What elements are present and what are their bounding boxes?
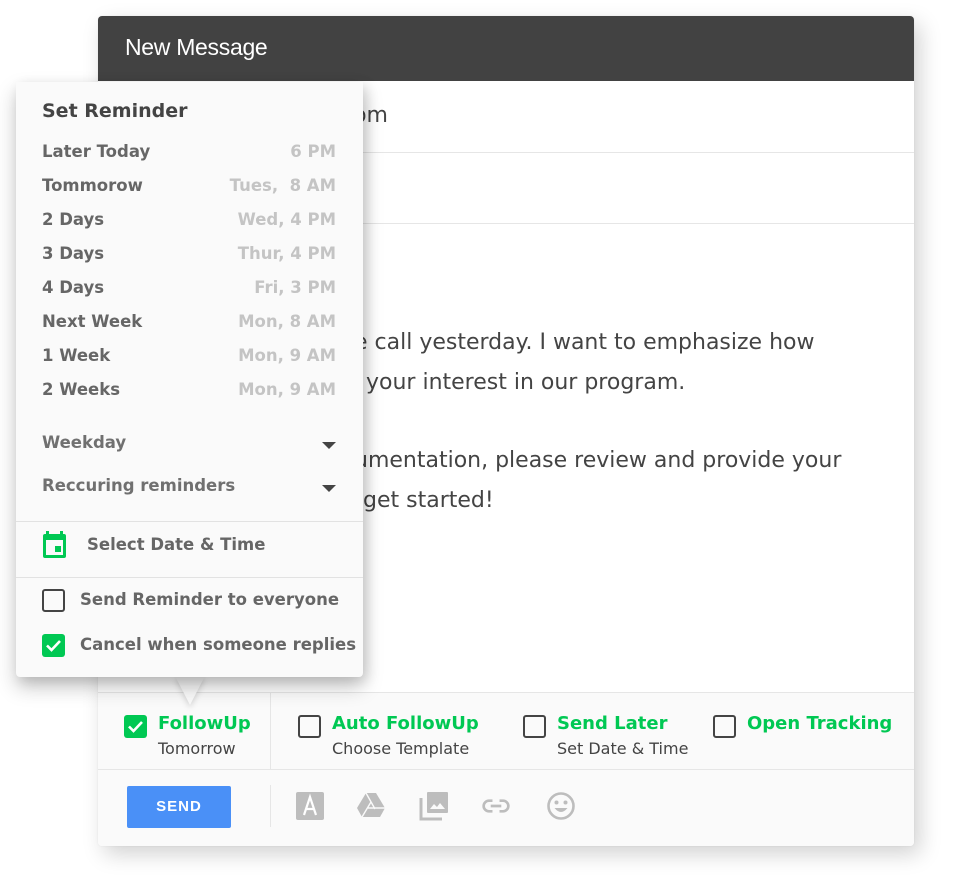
followup-checkbox[interactable] [124,715,147,738]
recurring-reminders-dropdown[interactable]: Reccuring reminders [42,474,336,502]
cancel-on-reply-checkbox[interactable] [42,634,65,657]
reminder-option-3-days[interactable]: 3 Days Thur, 4 PM [42,242,336,270]
reminder-option-later-today[interactable]: Later Today 6 PM [42,140,336,168]
select-date-time-label: Select Date & Time [87,535,266,554]
auto-followup-label: Auto FollowUp [332,713,479,734]
reminder-option-label: 3 Days [42,244,105,263]
open-tracking-checkbox[interactable] [713,715,736,738]
reminder-option-time: Tues, 8 AM [229,176,336,195]
emoji-icon[interactable] [546,791,576,821]
calendar-icon [43,531,66,558]
send-later-label: Send Later [557,713,668,734]
reminder-option-label: Later Today [42,142,151,161]
send-reminder-everyone-label: Send Reminder to everyone [80,590,340,609]
reminder-option-label: 2 Weeks [42,380,121,399]
auto-followup-sublabel[interactable]: Choose Template [332,739,469,758]
select-date-time-button[interactable]: Select Date & Time [42,530,342,562]
body-line: e call yesterday. I want to emphasize ho… [354,330,815,355]
popup-title: Set Reminder [42,100,188,122]
reminder-option-time: Thur, 4 PM [237,244,336,263]
checkmark-icon [46,640,61,652]
recurring-reminders-label: Reccuring reminders [42,476,236,495]
photo-icon[interactable] [419,791,449,821]
reminder-option-time: Wed, 4 PM [237,210,336,229]
toolbar-divider [270,785,271,827]
reminder-option-time: 6 PM [290,142,336,161]
reminder-option-label: Next Week [42,312,143,331]
body-line: your interest in our program. [366,370,686,395]
weekday-dropdown-label: Weekday [42,433,127,452]
link-icon[interactable] [481,791,511,821]
reminder-option-label: Tommorow [42,176,143,195]
auto-followup-checkbox[interactable] [298,715,321,738]
reminder-option-time: Mon, 8 AM [238,312,336,331]
reminder-option-label: 2 Days [42,210,105,229]
reminder-option-4-days[interactable]: 4 Days Fri, 3 PM [42,276,336,304]
open-tracking-label: Open Tracking [747,713,893,734]
reminder-option-time: Fri, 3 PM [254,278,336,297]
compose-title: New Message [125,34,268,60]
send-later-checkbox[interactable] [523,715,546,738]
reminder-option-next-week[interactable]: Next Week Mon, 8 AM [42,310,336,338]
popup-divider [16,521,363,522]
followup-label: FollowUp [158,713,251,734]
options-divider [270,693,271,770]
send-reminder-everyone-option[interactable]: Send Reminder to everyone [42,589,362,615]
reminder-option-2-days[interactable]: 2 Days Wed, 4 PM [42,208,336,236]
popup-pointer [175,676,205,705]
reminder-option-1-week[interactable]: 1 Week Mon, 9 AM [42,344,336,372]
reminder-option-time: Mon, 9 AM [238,380,336,399]
send-reminder-everyone-checkbox[interactable] [42,589,65,612]
reminder-option-time: Mon, 9 AM [238,346,336,365]
body-line: get started! [363,488,494,513]
caret-down-icon [322,485,336,492]
caret-down-icon [322,442,336,449]
followup-sublabel[interactable]: Tomorrow [158,739,236,758]
compose-header: New Message [98,16,914,81]
text-format-icon[interactable] [295,791,325,821]
reminder-option-tomorrow[interactable]: Tommorow Tues, 8 AM [42,174,336,202]
set-reminder-popup: Set Reminder Later Today 6 PM Tommorow T… [16,82,363,677]
weekday-dropdown[interactable]: Weekday [42,431,336,459]
cancel-on-reply-option[interactable]: Cancel when someone replies [42,634,362,660]
options-bar: FollowUp Tomorrow Auto FollowUp Choose T… [98,692,914,770]
checkmark-icon [128,721,143,733]
body-line: umentation, please review and provide yo… [354,448,842,473]
google-drive-icon[interactable] [356,791,386,821]
send-button[interactable]: SEND [127,786,231,828]
compose-toolbar: SEND [98,770,914,846]
reminder-option-label: 1 Week [42,346,111,365]
reminder-option-2-weeks[interactable]: 2 Weeks Mon, 9 AM [42,378,336,406]
reminder-option-label: 4 Days [42,278,105,297]
popup-divider [16,577,363,578]
send-later-sublabel[interactable]: Set Date & Time [557,739,688,758]
cancel-on-reply-label: Cancel when someone replies [80,635,357,654]
